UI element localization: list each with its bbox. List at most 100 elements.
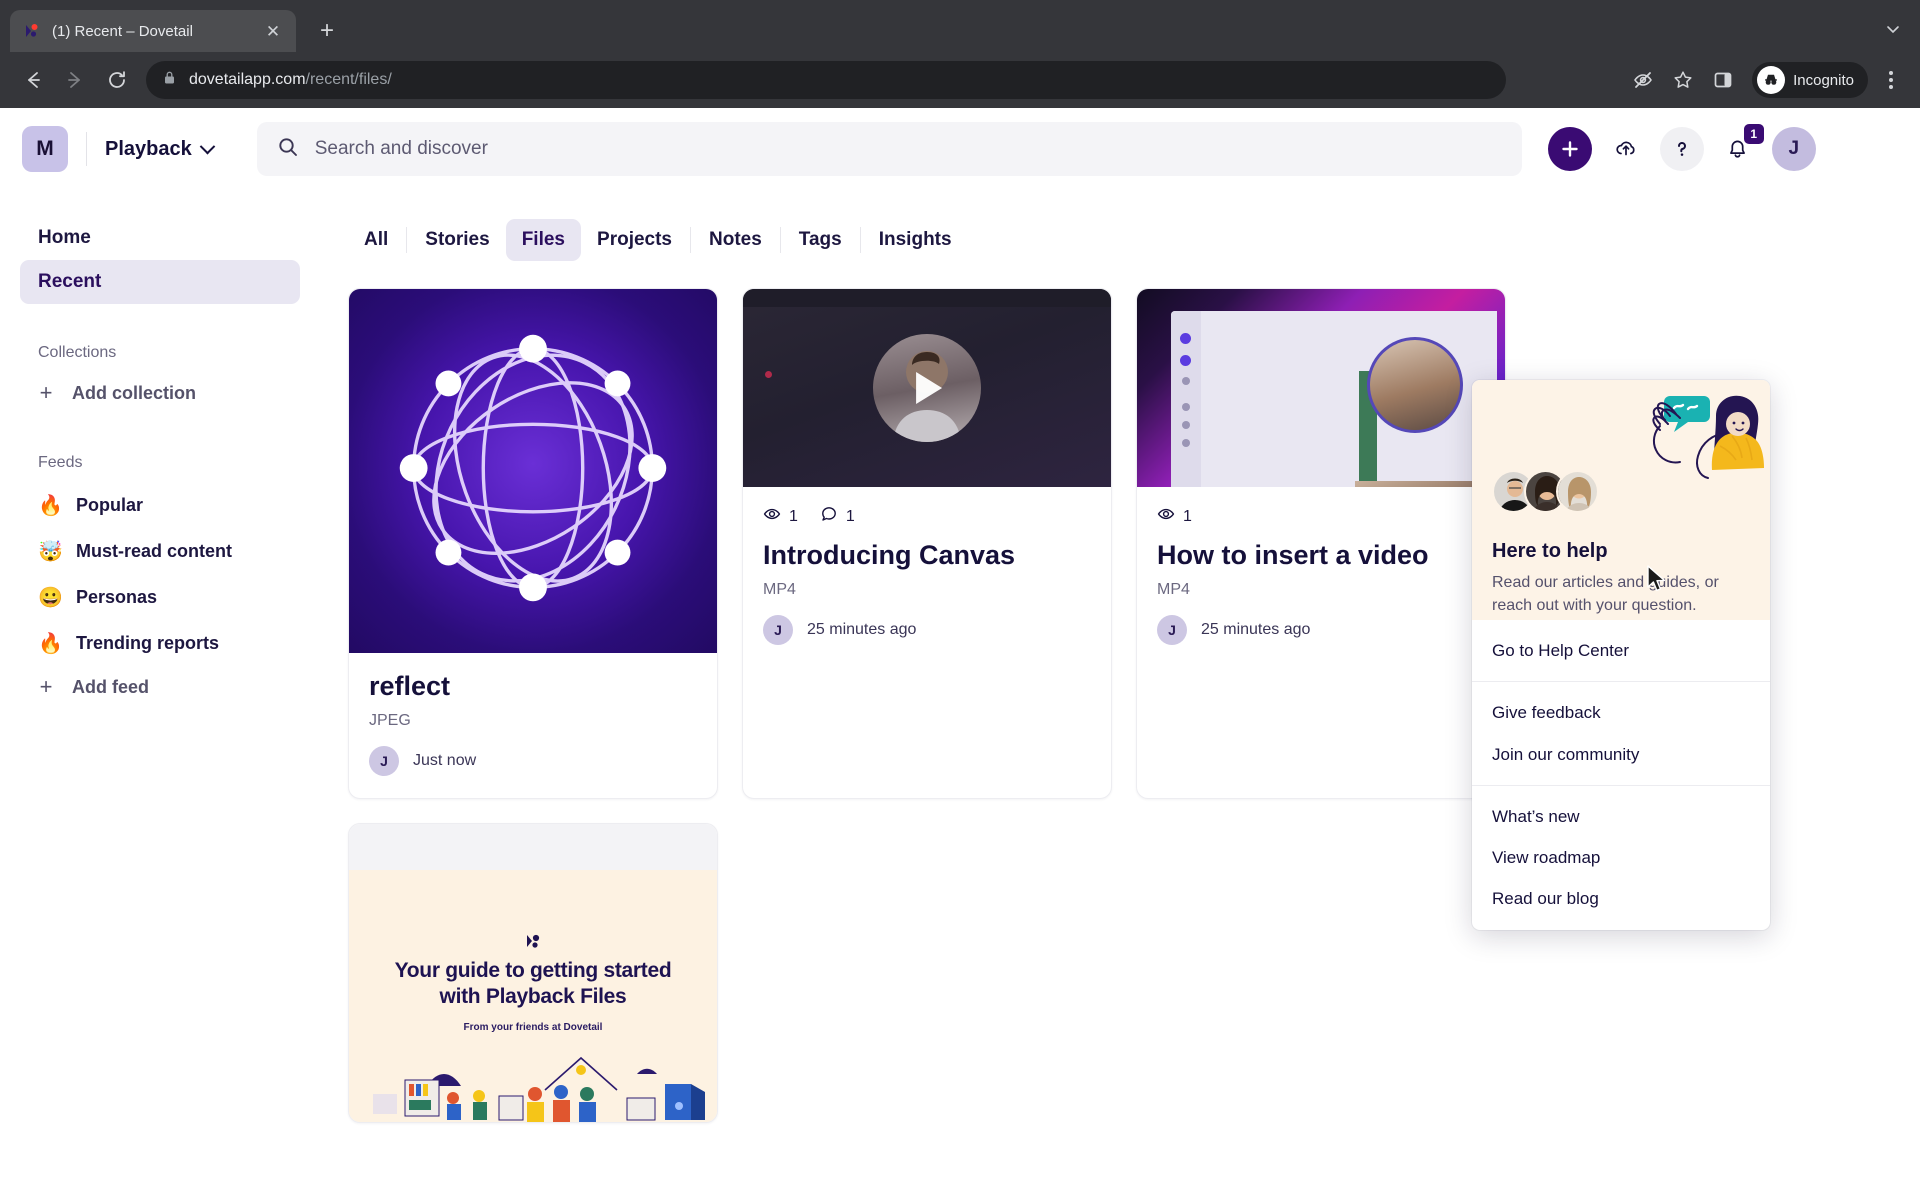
create-button[interactable] (1547, 127, 1592, 171)
sidebar-item-label: Trending reports (76, 632, 220, 653)
sidebar-item-label: Recent (38, 271, 102, 292)
file-stats: 1 1 (763, 505, 1091, 528)
notification-badge: 1 (1743, 124, 1764, 144)
tab-files[interactable]: Files (505, 219, 582, 261)
file-type: JPEG (369, 712, 411, 730)
menu-item-view-roadmap[interactable]: View roadmap (1472, 837, 1770, 878)
add-collection-button[interactable]: + Add collection (20, 372, 300, 414)
guide-heading-line1: Your guide to getting started (394, 959, 672, 983)
address-bar[interactable]: dovetailapp.com/recent/files/ (146, 61, 1506, 99)
tab-all[interactable]: All (348, 219, 404, 261)
chevron-down-icon[interactable] (1884, 20, 1902, 42)
tab-label: Tags (798, 229, 842, 250)
file-meta: J 25 minutes ago (1157, 615, 1485, 646)
file-timestamp: 25 minutes ago (1201, 621, 1311, 639)
file-card[interactable]: 1 1 Introducing Canvas MP4 J 25 minutes … (742, 288, 1112, 800)
comment-count: 1 (820, 505, 855, 528)
sidebar-item-personas[interactable]: 😀 Personas (20, 574, 300, 620)
close-icon[interactable]: ✕ (262, 20, 284, 42)
dovetail-app: M Playback Search and discover 1 J Home … (0, 108, 1920, 1200)
menu-item-read-blog[interactable]: Read our blog (1472, 878, 1770, 919)
new-tab-button[interactable]: + (310, 14, 344, 48)
search-bar[interactable]: Search and discover (256, 122, 1522, 176)
view-count: 1 (763, 505, 798, 528)
workspace-name[interactable]: Playback (105, 137, 216, 161)
workspace-switcher[interactable]: M Playback (22, 126, 216, 172)
shared-screen-sidebar (1171, 311, 1201, 487)
file-card-body: reflect JPEG J Just now (349, 653, 717, 798)
file-title: reflect (369, 671, 451, 701)
header-divider (86, 132, 87, 166)
sidebar-item-popular[interactable]: 🔥 Popular (20, 482, 300, 528)
files-grid: reflect JPEG J Just now 1 1 Introducing … (348, 288, 1548, 1124)
help-button[interactable] (1659, 127, 1704, 171)
reload-icon[interactable] (98, 61, 136, 99)
notifications-button[interactable]: 1 (1716, 124, 1764, 171)
tab-label: Insights (878, 229, 952, 250)
menu-item-help-center[interactable]: Go to Help Center (1472, 630, 1770, 671)
guide-card[interactable]: Your guide to getting started with Playb… (348, 823, 718, 1124)
help-popup-description: Read our articles and guides, or reach o… (1492, 574, 1719, 614)
plus-icon: + (39, 674, 53, 699)
tab-label: Notes (709, 229, 762, 250)
menu-item-whats-new[interactable]: What’s new (1472, 796, 1770, 837)
help-popup: Here to help Read our articles and guide… (1472, 380, 1770, 930)
tab-stories[interactable]: Stories (409, 219, 505, 261)
sidebar-item-must-read-content[interactable]: 🤯 Must-read content (20, 528, 300, 574)
add-feed-button[interactable]: + Add feed (20, 666, 300, 708)
sidebar-item-trending-reports[interactable]: 🔥 Trending reports (20, 620, 300, 666)
tab-notes[interactable]: Notes (693, 219, 778, 261)
menu-item-give-feedback[interactable]: Give feedback (1472, 692, 1770, 733)
avatar[interactable]: J (1771, 127, 1816, 171)
sidebar-item-home[interactable]: Home (20, 216, 300, 260)
incognito-indicator[interactable]: Incognito (1752, 62, 1868, 98)
app-header: M Playback Search and discover 1 J (0, 108, 1920, 190)
tab-tags[interactable]: Tags (783, 219, 858, 261)
header-actions: 1 J (1547, 124, 1816, 171)
browser-chrome: (1) Recent – Dovetail ✕ + dovetailapp.co… (0, 0, 1920, 108)
file-type: MP4 (763, 581, 796, 599)
comment-bubble-icon (820, 505, 838, 528)
search-input[interactable]: Search and discover (315, 138, 488, 160)
sidebar-item-recent[interactable]: Recent (20, 260, 300, 304)
file-card[interactable]: 1 How to insert a video MP4 J 25 minutes… (1136, 288, 1506, 800)
menu-item-join-community[interactable]: Join our community (1472, 734, 1770, 775)
workspace-avatar: M (22, 126, 68, 172)
grinning-face-emoji-icon: 😀 (38, 586, 63, 609)
tab-divider (779, 227, 781, 253)
guide-cover: Your guide to getting started with Playb… (349, 824, 717, 1123)
tab-divider (859, 227, 861, 253)
add-collection-label: Add collection (72, 382, 197, 403)
upload-button[interactable] (1604, 127, 1648, 171)
file-card[interactable]: reflect JPEG J Just now (348, 288, 718, 800)
eye-slash-icon[interactable] (1624, 61, 1662, 99)
sidebar-item-label: Must-read content (76, 540, 233, 561)
file-thumbnail[interactable] (743, 289, 1111, 487)
browser-tab[interactable]: (1) Recent – Dovetail ✕ (10, 10, 296, 52)
side-panel-icon[interactable] (1704, 61, 1742, 99)
tab-label: All (364, 229, 389, 250)
tab-projects[interactable]: Projects (581, 219, 688, 261)
url-path: /recent/files/ (305, 71, 392, 88)
video-toolbar-strip (743, 289, 1111, 307)
star-icon[interactable] (1664, 61, 1702, 99)
file-meta: J 25 minutes ago (763, 615, 1091, 646)
guide-thumbnail[interactable]: Your guide to getting started with Playb… (349, 824, 717, 1123)
back-arrow-icon[interactable] (14, 61, 52, 99)
avatar: J (1157, 615, 1187, 646)
video-dark-webcam-icon (743, 289, 1111, 487)
avatar: J (369, 746, 399, 777)
file-thumbnail[interactable] (1137, 289, 1505, 487)
forward-arrow-icon[interactable] (56, 61, 94, 99)
guide-illustration-icon (349, 1014, 717, 1123)
kebab-menu-icon[interactable] (1876, 61, 1906, 99)
support-team-avatars-icon (1492, 470, 1599, 513)
file-thumbnail[interactable] (349, 289, 717, 653)
waving-person-illustration-icon (1620, 390, 1766, 500)
workspace-name-label: Playback (105, 137, 192, 160)
tab-divider (406, 227, 408, 253)
browser-tab-title: (1) Recent – Dovetail (52, 22, 193, 40)
play-icon[interactable] (916, 372, 943, 404)
tab-insights[interactable]: Insights (863, 219, 968, 261)
avatar (1556, 470, 1599, 513)
